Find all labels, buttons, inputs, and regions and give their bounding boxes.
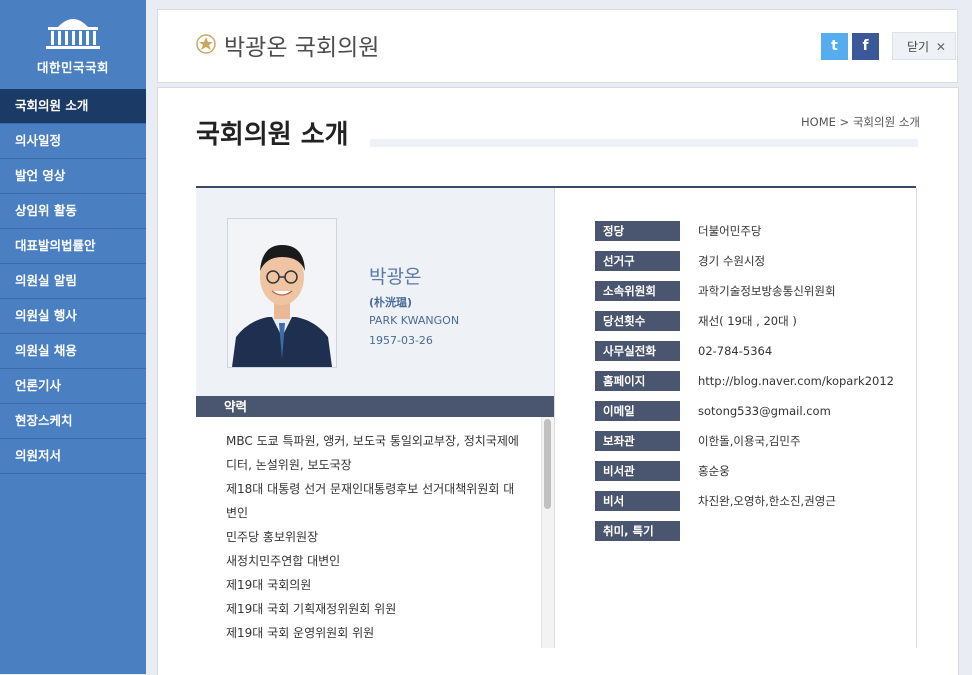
career-list: MBC 도쿄 특파원, 앵커, 보도국 통일외교부장, 정치국제에디터, 논설위…: [226, 429, 522, 645]
portrait-image: [228, 219, 336, 367]
close-label: 닫기: [907, 40, 930, 54]
info-value: 과학기술정보방송통신위원회: [698, 284, 836, 298]
info-label: 비서: [595, 491, 680, 511]
twitter-share-button[interactable]: t: [821, 33, 848, 60]
twitter-icon: t: [831, 38, 838, 54]
member-english-name: PARK KWANGON: [369, 314, 460, 327]
info-label: 선거구: [595, 251, 680, 271]
info-value: [698, 521, 958, 541]
info-value[interactable]: sotong533@gmail.com: [698, 401, 958, 421]
info-value: 이한돌,이용국,김민주: [698, 434, 801, 448]
info-label: 비서관: [595, 461, 680, 481]
career-item: 디터, 논설위원, 보도국장: [226, 458, 352, 472]
sidebar-item[interactable]: 발언 영상: [0, 159, 146, 194]
national-assembly-logo[interactable]: 대한민국국회: [0, 0, 146, 89]
sidebar-item[interactable]: 의원실 알림: [0, 264, 146, 299]
info-value: 재선( 19대 , 20대 ): [698, 314, 797, 328]
career-item: 민주당 홍보위원장: [226, 530, 319, 544]
info-label: 이메일: [595, 401, 680, 421]
career-item: 제19대 국회 운영위원회 위원: [226, 626, 375, 640]
member-birthdate: 1957-03-26: [369, 334, 433, 347]
logo-text: 대한민국국회: [36, 60, 109, 75]
info-value: 경기 수원시정: [698, 254, 766, 268]
sidebar-item[interactable]: 대표발의법률안: [0, 229, 146, 264]
member-title: 박광온 국회의원: [224, 35, 380, 61]
profile-summary: 박광온 (朴洸瑥) PARK KWANGON 1957-03-26 약력 MBC…: [196, 188, 555, 648]
sidebar-item[interactable]: 상임위 활동: [0, 194, 146, 229]
info-label: 사무실전화: [595, 341, 680, 361]
breadcrumb[interactable]: HOME > 국회의원 소개: [801, 114, 920, 130]
info-label: 정당: [595, 221, 680, 241]
main-content: 국회의원 소개 HOME > 국회의원 소개 박광온 (朴洸瑥) PARK KW…: [157, 87, 959, 675]
sidebar-item[interactable]: 의원실 채용: [0, 334, 146, 369]
info-value: 02-784-5364: [698, 344, 773, 358]
sidebar: 대한민국국회 국회의원 소개 의사일정 발언 영상 상임위 활동 대표발의법률안 의원실 …: [0, 0, 146, 674]
profile-details: 정당 더불어민주당선거구 경기 수원시정소속위원회 과학기술정보방송통신위원회당선횟수…: [555, 188, 917, 648]
info-value: 차진완,오영하,한소진,권영근: [698, 494, 836, 508]
career-item: 제19대 국회의원: [226, 578, 312, 592]
info-label: 취미, 특기: [595, 521, 680, 541]
sidebar-item[interactable]: 현장스케치: [0, 404, 146, 439]
sidebar-item[interactable]: 국회의원 소개: [0, 89, 146, 124]
assembly-building-icon: [46, 19, 100, 49]
assembly-emblem-icon: [196, 34, 216, 54]
career-item: MBC 도쿄 특파원, 앵커, 보도국 통일외교부장, 정치국제에: [226, 434, 519, 448]
career-item: 새정치민주연합 대변인: [226, 554, 341, 568]
profile-card: 박광온 (朴洸瑥) PARK KWANGON 1957-03-26 약력 MBC…: [196, 186, 917, 648]
facebook-share-button[interactable]: f: [852, 33, 879, 60]
career-scroll-area[interactable]: MBC 도쿄 특파원, 앵커, 보도국 통일외교부장, 정치국제에디터, 논설위…: [196, 417, 554, 648]
career-scrollbar-thumb[interactable]: [544, 419, 551, 509]
career-item: 제19대 국회 기획재정위원회 위원: [226, 602, 397, 616]
info-label: 당선횟수: [595, 311, 680, 331]
info-value: 홍순웅: [698, 464, 730, 478]
sidebar-item[interactable]: 의원저서: [0, 439, 146, 474]
career-item: 제18대 대통령 선거 문재인대통령후보 선거대책위원회 대: [226, 482, 515, 496]
page-header: 박광온 국회의원 t f 닫기 ✕: [157, 9, 958, 83]
facebook-icon: f: [862, 38, 869, 54]
info-value: 더불어민주당: [698, 224, 762, 238]
sidebar-item[interactable]: 언론기사: [0, 369, 146, 404]
career-header: 약력: [196, 396, 554, 417]
info-label: 소속위원회: [595, 281, 680, 301]
member-hanja-name: (朴洸瑥): [369, 296, 413, 309]
info-label: 홈페이지: [595, 371, 680, 391]
close-icon: ✕: [935, 40, 946, 54]
member-photo: [227, 218, 337, 368]
info-value[interactable]: http://blog.naver.com/kopark2012: [698, 371, 958, 391]
sidebar-item[interactable]: 의사일정: [0, 124, 146, 159]
page-title: 국회의원 소개: [196, 120, 349, 150]
title-divider: [370, 139, 918, 147]
member-name: 박광온: [369, 266, 422, 288]
close-button[interactable]: 닫기 ✕: [892, 32, 956, 60]
sidebar-item[interactable]: 의원실 행사: [0, 299, 146, 334]
sidebar-nav: 국회의원 소개 의사일정 발언 영상 상임위 활동 대표발의법률안 의원실 알림 의원실 행…: [0, 89, 146, 474]
career-item: 변인: [226, 506, 249, 520]
info-label: 보좌관: [595, 431, 680, 451]
